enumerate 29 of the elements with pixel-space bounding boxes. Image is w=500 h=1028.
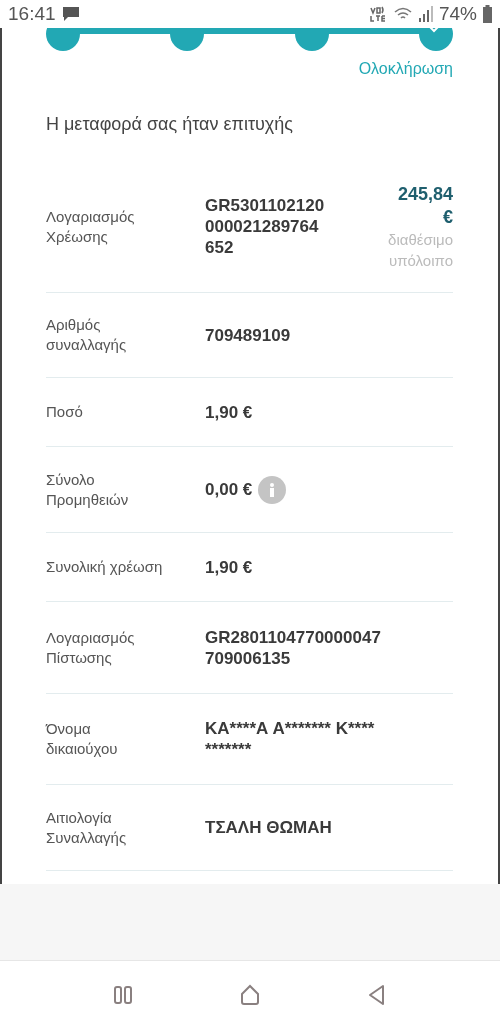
field-label: Συνολική χρέωση — [46, 557, 164, 577]
field-label: Όνομα δικαιούχου — [46, 719, 119, 759]
field-label: Λογαριασμός Χρέωσης — [46, 206, 136, 247]
battery-icon — [483, 5, 492, 23]
volte-icon — [368, 5, 387, 23]
success-message: Η μεταφορά σας ήταν επιτυχής — [46, 114, 294, 135]
field-value: 1,90 € — [205, 556, 254, 578]
field-value: 1,90 € — [205, 401, 254, 423]
recent-apps-icon[interactable] — [113, 984, 133, 1005]
signal-icon — [418, 6, 433, 22]
balance-amount: 245,84 € — [396, 182, 453, 229]
back-icon[interactable] — [367, 983, 387, 1006]
message-icon — [61, 6, 80, 22]
field-label: Αιτιολογία Συναλλαγής — [46, 807, 128, 848]
field-value: GR2801104770000047 709006135 — [205, 626, 380, 669]
field-label: Λογαριασμός Πίστωσης — [46, 627, 136, 668]
field-value: ΚΑ****Α Α******* Κ**** ******* — [205, 718, 376, 760]
field-value: GR5301102120 000021289764 652 — [205, 195, 326, 258]
clock-time: 16:41 — [8, 3, 56, 25]
step-label: Ολοκλήρωση — [358, 60, 453, 78]
field-value: 0,00 € — [205, 479, 253, 500]
battery-percentage: 74% — [438, 3, 477, 25]
field-value: ΤΣΑΛΗ ΘΩΜΑΗ — [205, 817, 333, 838]
field-label: Ποσό — [46, 402, 84, 422]
field-value: 709489109 — [205, 324, 292, 346]
field-label: Αριθμός συναλλαγής — [46, 315, 128, 355]
field-label: Σύνολο Προμηθειών — [46, 469, 130, 510]
home-icon[interactable] — [239, 983, 261, 1006]
balance-caption: διαθέσιμο υπόλοιπο — [387, 229, 453, 271]
